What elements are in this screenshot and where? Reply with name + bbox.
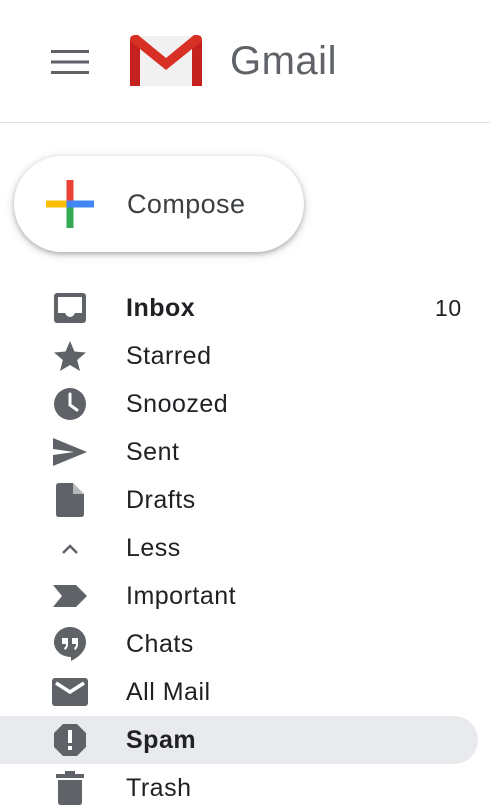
chevron-up-icon — [62, 544, 78, 554]
sidebar-item-label: Drafts — [126, 486, 196, 514]
important-icon — [53, 585, 87, 607]
sidebar-item-inbox[interactable]: Inbox 10 — [0, 284, 478, 332]
draft-icon — [56, 483, 84, 517]
spam-icon — [54, 724, 86, 756]
sidebar-item-label: Chats — [126, 630, 194, 658]
sidebar-item-starred[interactable]: Starred — [0, 332, 478, 380]
inbox-icon — [54, 293, 86, 323]
sidebar-item-label: Trash — [126, 774, 192, 802]
sidebar-item-chats[interactable]: Chats — [0, 620, 478, 668]
sidebar-nav: Inbox 10 Starred Snoozed Sent Drafts Les… — [0, 284, 490, 812]
compose-label: Compose — [127, 189, 246, 219]
main-menu-button[interactable] — [48, 44, 92, 80]
plus-icon — [46, 180, 94, 228]
clock-icon — [54, 388, 86, 420]
hamburger-menu-icon — [51, 50, 89, 74]
gmail-logo-icon[interactable] — [128, 32, 204, 88]
sidebar-item-label: Inbox — [126, 294, 196, 322]
sidebar-item-label: Sent — [126, 438, 180, 466]
sidebar-item-label: Less — [126, 534, 181, 562]
sidebar-item-drafts[interactable]: Drafts — [0, 476, 478, 524]
sidebar-item-sent[interactable]: Sent — [0, 428, 478, 476]
compose-button[interactable]: Compose — [14, 156, 304, 252]
chat-icon — [54, 627, 86, 661]
inbox-unread-count: 10 — [434, 295, 462, 321]
star-icon — [54, 341, 86, 371]
sidebar-item-label: Starred — [126, 342, 212, 370]
brand-title: Gmail — [230, 39, 337, 83]
sidebar-item-trash[interactable]: Trash — [0, 764, 478, 812]
sidebar-item-snoozed[interactable]: Snoozed — [0, 380, 478, 428]
sidebar-item-label: All Mail — [126, 678, 211, 706]
app-header: Gmail — [0, 0, 490, 123]
sidebar-item-spam[interactable]: Spam — [0, 716, 478, 764]
sidebar-item-label: Snoozed — [126, 390, 229, 418]
sidebar-item-important[interactable]: Important — [0, 572, 478, 620]
send-icon — [53, 438, 87, 466]
trash-icon — [56, 771, 84, 805]
mail-icon — [52, 678, 88, 706]
sidebar-item-all-mail[interactable]: All Mail — [0, 668, 478, 716]
sidebar-item-label: Important — [126, 582, 237, 610]
sidebar-item-label: Spam — [126, 726, 197, 754]
sidebar-item-less[interactable]: Less — [0, 524, 478, 572]
